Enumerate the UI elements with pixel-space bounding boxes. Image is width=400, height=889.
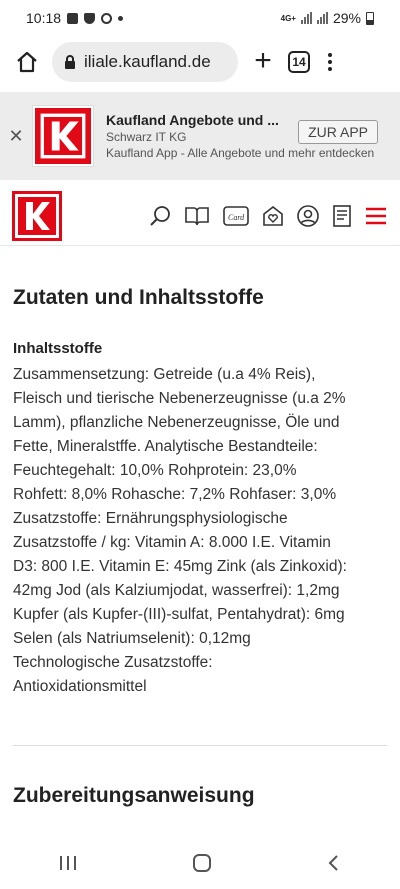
new-tab-button[interactable]: + xyxy=(248,46,278,77)
text-line: Feuchtegehalt: 10,0% Rohprotein: 23,0% xyxy=(13,462,297,479)
browser-menu-button[interactable] xyxy=(320,53,340,71)
ingredients-subheading: Inhaltsstoffe xyxy=(13,340,103,357)
text-line: Zusatzstoffe / kg: Vitamin A: 8.000 I.E.… xyxy=(13,534,331,551)
text-line: Selen (als Natriumselenit): 0,12mg xyxy=(13,630,251,647)
section-title-ingredients: Zutaten und Inhaltsstoffe xyxy=(13,286,264,309)
url-text: iliale.kaufland.de xyxy=(84,52,211,71)
home-icon[interactable] xyxy=(191,852,213,874)
ingredients-text: Zusammensetzung: Getreide (u.a 4% Reis),… xyxy=(13,363,387,699)
text-line: Rohfett: 8,0% Rohasche: 7,2% Rohfaser: 3… xyxy=(13,486,337,503)
address-bar[interactable]: iliale.kaufland.de xyxy=(52,42,238,82)
svg-text:Card: Card xyxy=(228,213,245,222)
status-bar: 10:18 4G+ 29% xyxy=(0,0,400,36)
open-app-button[interactable]: ZUR APP xyxy=(298,120,378,144)
status-time: 10:18 xyxy=(26,10,62,26)
sync-notification-icon xyxy=(101,12,113,24)
more-notifications-icon xyxy=(118,15,124,21)
tab-switcher-button[interactable]: 14 xyxy=(288,51,310,73)
text-line: Kupfer (als Kupfer-(III)-sulfat, Pentahy… xyxy=(13,606,345,623)
brochure-icon[interactable] xyxy=(184,204,210,228)
text-line: Lamm), pflanzliche Nebenerzeugnisse, Öle… xyxy=(13,414,340,431)
lock-icon xyxy=(65,55,75,69)
shopping-list-icon[interactable] xyxy=(332,204,352,228)
text-line: Fette, Mineralstffe. Analytische Bestand… xyxy=(13,438,318,455)
back-icon[interactable] xyxy=(324,853,344,873)
card-icon[interactable]: Card xyxy=(222,204,250,228)
shield-notification-icon xyxy=(84,12,96,24)
menu-icon[interactable] xyxy=(364,204,388,228)
recents-icon[interactable] xyxy=(56,853,80,873)
close-banner-button[interactable]: ✕ xyxy=(0,126,32,147)
battery-icon xyxy=(366,11,374,25)
network-type: 4G+ xyxy=(280,13,296,23)
search-icon[interactable] xyxy=(148,204,172,228)
banner-app-title: Kaufland Angebote und ... xyxy=(106,112,279,128)
app-install-banner: ✕ Kaufland Angebote und ... Schwarz IT K… xyxy=(0,92,400,180)
text-line: D3: 800 I.E. Vitamin E: 45mg Zink (als Z… xyxy=(13,558,347,575)
gallery-notification-icon xyxy=(67,12,79,24)
section-title-preparation[interactable]: Zubereitungsanweisung xyxy=(13,784,387,808)
product-details: Zutaten und Inhaltsstoffe Inhaltsstoffe … xyxy=(13,268,387,808)
text-line: Fleisch und tierische Nebenerzeugnisse (… xyxy=(13,390,346,407)
browser-toolbar: iliale.kaufland.de + 14 xyxy=(0,36,400,88)
kaufland-logo[interactable] xyxy=(12,190,62,241)
banner-description: Kaufland App - Alle Angebote und mehr en… xyxy=(106,146,375,160)
system-navigation-bar xyxy=(0,836,400,889)
section-divider xyxy=(13,745,387,746)
account-icon[interactable] xyxy=(296,204,320,228)
text-line: Antioxidationsmittel xyxy=(13,678,147,695)
signal2-icon xyxy=(316,12,328,24)
text-line: 42mg Jod (als Kalziumjodat, wasserfrei):… xyxy=(13,582,340,599)
banner-publisher: Schwarz IT KG xyxy=(106,130,187,144)
battery-level: 29% xyxy=(332,10,361,26)
text-line: Zusatzstoffe: Ernährungsphysiologische xyxy=(13,510,288,527)
signal-icon xyxy=(300,12,312,24)
favorite-store-icon[interactable] xyxy=(262,204,284,228)
kaufland-app-logo xyxy=(32,105,94,167)
text-line: Zusammensetzung: Getreide (u.a 4% Reis), xyxy=(13,366,316,383)
text-line: Technologische Zusatzstoffe: xyxy=(13,654,213,671)
home-button[interactable] xyxy=(12,47,42,77)
site-header: Card xyxy=(0,186,400,246)
home-icon xyxy=(17,51,37,73)
